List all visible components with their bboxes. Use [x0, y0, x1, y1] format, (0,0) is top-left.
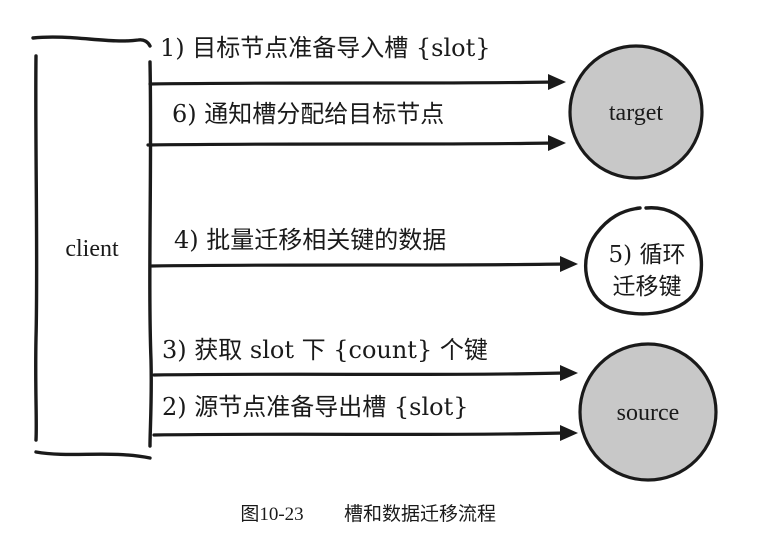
bracket-top-stroke: [31, 35, 152, 48]
client-label: client: [65, 236, 119, 262]
loop-note-line2: 迁移键: [613, 274, 682, 300]
migration-diagram: client 1) 目标节点准备导入槽 {slot} 6) 通知槽分配给目标节点…: [31, 34, 718, 525]
step3-label: 3) 获取 slot 下 {count} 个键: [162, 336, 488, 364]
step6-arrow: [146, 135, 566, 151]
step4-label: 4) 批量迁移相关键的数据: [174, 226, 446, 254]
target-label: target: [609, 100, 664, 126]
bracket-left-stroke: [34, 54, 39, 442]
bracket-bottom-stroke: [34, 450, 152, 460]
step1-label: 1) 目标节点准备导入槽 {slot}: [160, 34, 491, 62]
bracket-right-stroke: [148, 60, 153, 448]
loop-note-line1: 5) 循环: [609, 242, 686, 268]
caption-figure-number: 图10-23: [240, 504, 303, 525]
caption-title: 槽和数据迁移流程: [344, 503, 496, 525]
step2-label: 2) 源节点准备导出槽 {slot}: [162, 393, 469, 421]
step2-arrow: [152, 425, 578, 441]
step4-arrow: [150, 256, 578, 272]
step6-label: 6) 通知槽分配给目标节点: [172, 100, 444, 128]
step3-arrow: [152, 365, 578, 381]
source-label: source: [617, 400, 680, 426]
step1-arrow: [148, 74, 566, 90]
